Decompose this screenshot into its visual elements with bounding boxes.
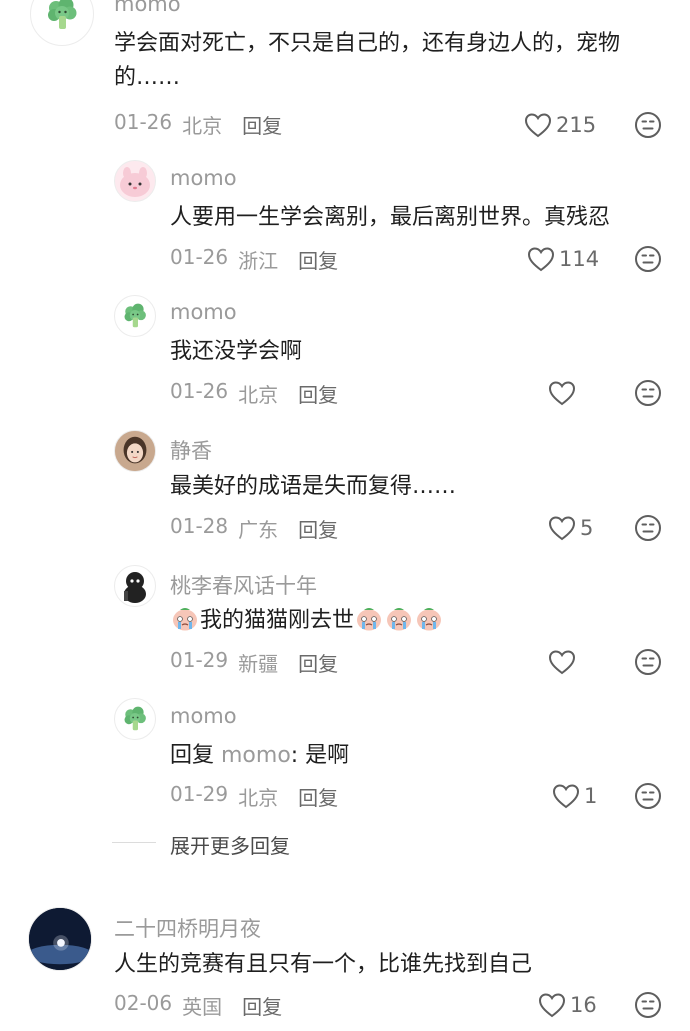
reply-button[interactable]: 回复 bbox=[298, 782, 338, 811]
comment-meta: 01-28 广东 回复 bbox=[170, 514, 338, 543]
heart-outline-icon bbox=[524, 112, 552, 138]
comment-text: 人生的竞赛有且只有一个，比谁先找到自己 bbox=[114, 952, 533, 977]
reply-button[interactable]: 回复 bbox=[298, 245, 338, 274]
crying-face-emoji bbox=[385, 606, 413, 632]
black-figure-avatar-icon bbox=[124, 572, 146, 603]
avatar[interactable] bbox=[30, 0, 94, 46]
comment-date: 01-26 bbox=[170, 379, 229, 403]
dislike-button[interactable] bbox=[634, 111, 662, 139]
comment-text-with-emoji: 我的猫猫刚去世 bbox=[170, 604, 650, 638]
dislike-button[interactable] bbox=[634, 648, 662, 676]
comment-date: 01-28 bbox=[170, 514, 229, 538]
like-button[interactable]: 1 bbox=[552, 782, 597, 810]
comment-meta: 02-06 英国 回复 bbox=[114, 991, 282, 1020]
comment-date: 01-26 bbox=[114, 110, 173, 134]
like-count: 16 bbox=[570, 993, 597, 1017]
reply-prefix: 回复 bbox=[170, 743, 221, 768]
comment-meta: 01-26 北京 回复 bbox=[170, 379, 338, 408]
username[interactable]: momo bbox=[170, 300, 237, 324]
heart-outline-icon bbox=[548, 649, 576, 675]
like-button[interactable]: 5 bbox=[548, 514, 593, 542]
comment-date: 01-29 bbox=[170, 782, 229, 806]
dislike-button[interactable] bbox=[634, 514, 662, 542]
comment-location: 北京 bbox=[182, 114, 223, 138]
comment-text: 回复 momo: 是啊 bbox=[170, 739, 650, 773]
like-count: 1 bbox=[584, 784, 598, 808]
username[interactable]: 二十四桥明月夜 bbox=[114, 913, 261, 943]
dislike-button[interactable] bbox=[634, 782, 662, 810]
crying-face-emoji bbox=[355, 606, 383, 632]
reply-button[interactable]: 回复 bbox=[242, 110, 282, 139]
like-count: 5 bbox=[580, 516, 594, 540]
reply-button[interactable]: 回复 bbox=[298, 514, 338, 543]
comment-location: 北京 bbox=[238, 383, 279, 407]
like-button[interactable] bbox=[548, 648, 580, 676]
unhappy-face-icon bbox=[634, 782, 662, 810]
avatar[interactable] bbox=[114, 430, 156, 472]
comment-text: 学会面对死亡，不只是自己的，还有身边人的，宠物的…… bbox=[114, 31, 621, 90]
night-moon-avatar-icon bbox=[29, 908, 91, 970]
reply-target-username[interactable]: momo bbox=[221, 743, 291, 768]
comment-date: 01-29 bbox=[170, 648, 229, 672]
username[interactable]: 桃李春风话十年 bbox=[170, 570, 317, 600]
avatar[interactable] bbox=[114, 160, 156, 202]
comment-location: 英国 bbox=[182, 995, 223, 1019]
comment-location: 北京 bbox=[238, 786, 279, 810]
unhappy-face-icon bbox=[634, 111, 662, 139]
comment-text: 人要用一生学会离别，最后离别世界。真残忍 bbox=[170, 205, 611, 230]
expand-replies-button[interactable]: 展开更多回复 bbox=[170, 830, 290, 859]
like-button[interactable] bbox=[548, 379, 580, 407]
username[interactable]: momo bbox=[170, 704, 237, 728]
like-count: 114 bbox=[559, 247, 600, 271]
unhappy-face-icon bbox=[634, 991, 662, 1019]
comment-date: 02-06 bbox=[114, 991, 173, 1015]
heart-outline-icon bbox=[527, 246, 555, 272]
broccoli-avatar-icon bbox=[120, 704, 150, 734]
comment-text: 我还没学会啊 bbox=[170, 339, 303, 364]
username[interactable]: 静香 bbox=[170, 435, 212, 465]
crying-face-emoji bbox=[415, 606, 443, 632]
comment-date: 01-26 bbox=[170, 245, 229, 269]
avatar[interactable] bbox=[114, 565, 156, 607]
girl-photo-avatar-icon bbox=[115, 431, 155, 471]
comment-text: 最美好的成语是失而复得…… bbox=[170, 474, 457, 499]
unhappy-face-icon bbox=[634, 514, 662, 542]
comment-location: 广东 bbox=[238, 518, 279, 542]
crying-face-emoji bbox=[171, 606, 199, 632]
username[interactable]: momo bbox=[114, 0, 181, 16]
comment-location: 新疆 bbox=[238, 652, 279, 676]
reply-text: : 是啊 bbox=[290, 743, 350, 768]
like-button[interactable]: 114 bbox=[527, 245, 599, 273]
broccoli-avatar-icon bbox=[120, 301, 150, 331]
heart-outline-icon bbox=[548, 380, 576, 406]
username[interactable]: momo bbox=[170, 166, 237, 190]
like-button[interactable]: 215 bbox=[524, 111, 596, 139]
avatar[interactable] bbox=[114, 698, 156, 740]
pink-creature-avatar-icon bbox=[120, 167, 150, 197]
heart-outline-icon bbox=[538, 992, 566, 1018]
unhappy-face-icon bbox=[634, 379, 662, 407]
comment-text: 我的猫猫刚去世 bbox=[200, 608, 355, 633]
dislike-button[interactable] bbox=[634, 379, 662, 407]
heart-outline-icon bbox=[552, 783, 580, 809]
like-button[interactable]: 16 bbox=[538, 991, 597, 1019]
heart-outline-icon bbox=[548, 515, 576, 541]
unhappy-face-icon bbox=[634, 648, 662, 676]
comment-meta: 01-26 浙江 回复 bbox=[170, 245, 338, 274]
reply-button[interactable]: 回复 bbox=[298, 379, 338, 408]
avatar[interactable] bbox=[28, 907, 92, 971]
avatar[interactable] bbox=[114, 295, 156, 337]
reply-button[interactable]: 回复 bbox=[298, 648, 338, 677]
broccoli-avatar-icon bbox=[42, 0, 82, 34]
divider bbox=[112, 842, 156, 843]
comment-meta: 01-29 北京 回复 bbox=[170, 782, 338, 811]
dislike-button[interactable] bbox=[634, 991, 662, 1019]
comment-meta: 01-29 新疆 回复 bbox=[170, 648, 338, 677]
dislike-button[interactable] bbox=[634, 245, 662, 273]
comment-meta: 01-26 北京 回复 bbox=[114, 110, 282, 139]
unhappy-face-icon bbox=[634, 245, 662, 273]
comment-location: 浙江 bbox=[238, 249, 279, 273]
reply-button[interactable]: 回复 bbox=[242, 991, 282, 1020]
like-count: 215 bbox=[556, 113, 597, 137]
